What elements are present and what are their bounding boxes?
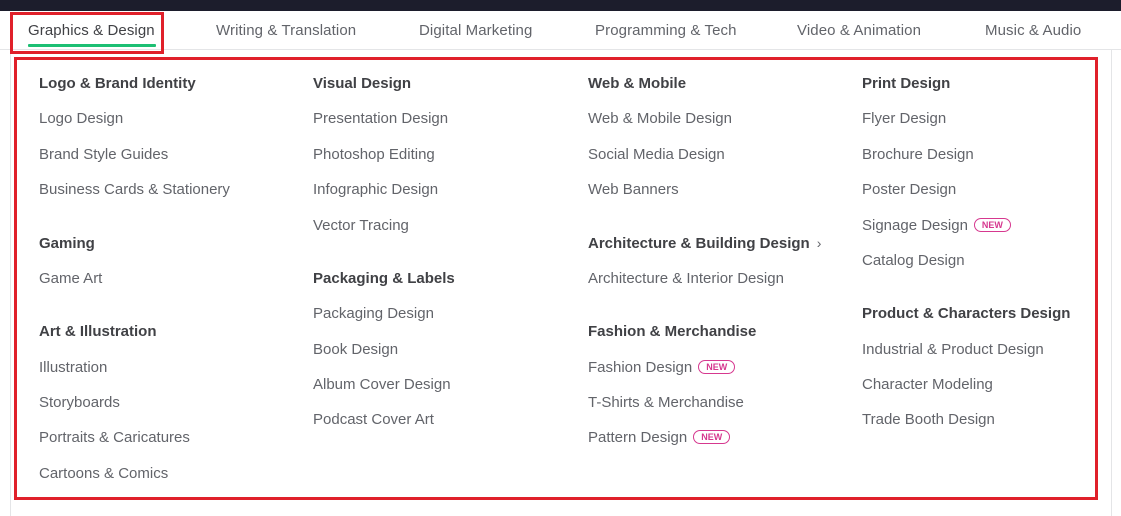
menu-link-label: Signage Design	[862, 217, 968, 234]
menu-link-label: Pattern Design	[588, 429, 688, 446]
menu-link[interactable]: Character Modeling	[862, 376, 993, 393]
menu-heading[interactable]: Visual Design	[313, 75, 411, 92]
menu-link[interactable]: Poster Design	[862, 181, 956, 198]
menu-link[interactable]: Storyboards	[39, 394, 120, 411]
menu-heading[interactable]: Art & Illustration	[39, 323, 157, 340]
menu-link[interactable]: Vector Tracing	[313, 217, 409, 234]
menu-link[interactable]: Web Banners	[588, 181, 679, 198]
menu-link[interactable]: Book Design	[313, 341, 398, 358]
category-tab-writing-translation[interactable]: Writing & Translation	[216, 22, 356, 39]
menu-link[interactable]: Industrial & Product Design	[862, 341, 1044, 358]
menu-link[interactable]: Business Cards & Stationery	[39, 181, 230, 198]
menu-link[interactable]: Logo Design	[39, 110, 123, 127]
menu-link-with-badge[interactable]: Fashion Design NEW	[588, 359, 736, 376]
menu-link[interactable]: Packaging Design	[313, 305, 434, 322]
menu-link[interactable]: Album Cover Design	[313, 376, 451, 393]
menu-link[interactable]: Brochure Design	[862, 146, 974, 163]
highlight-box-active-tab	[10, 12, 164, 54]
menu-link[interactable]: Cartoons & Comics	[39, 465, 168, 482]
menu-link[interactable]: Architecture & Interior Design	[588, 270, 784, 287]
menu-link-with-badge[interactable]: Pattern Design NEW	[588, 429, 731, 446]
chevron-right-icon: ›	[816, 235, 822, 251]
menu-link[interactable]: Trade Booth Design	[862, 411, 995, 428]
menu-link[interactable]: Social Media Design	[588, 146, 725, 163]
menu-link[interactable]: Infographic Design	[313, 181, 438, 198]
category-tab-music-audio[interactable]: Music & Audio	[985, 22, 1081, 39]
menu-heading-with-chevron[interactable]: Architecture & Building Design ›	[588, 235, 821, 252]
menu-link[interactable]: Photoshop Editing	[313, 146, 435, 163]
mega-menu-dropdown: Logo & Brand Identity Logo Design Brand …	[14, 57, 1098, 500]
menu-link[interactable]: Portraits & Caricatures	[39, 429, 190, 446]
menu-link-label: Fashion Design	[588, 359, 693, 376]
menu-heading[interactable]: Web & Mobile	[588, 75, 686, 92]
new-badge: NEW	[973, 218, 1011, 232]
menu-link[interactable]: Game Art	[39, 270, 102, 287]
menu-heading[interactable]: Print Design	[862, 75, 950, 92]
new-badge: NEW	[698, 360, 736, 374]
menu-heading[interactable]: Fashion & Merchandise	[588, 323, 756, 340]
menu-link[interactable]: Web & Mobile Design	[588, 110, 732, 127]
menu-link[interactable]: Illustration	[39, 359, 107, 376]
menu-link[interactable]: Flyer Design	[862, 110, 946, 127]
menu-heading-label: Architecture & Building Design	[588, 235, 810, 252]
category-tab-programming-tech[interactable]: Programming & Tech	[595, 22, 737, 39]
category-tab-video-animation[interactable]: Video & Animation	[797, 22, 921, 39]
category-nav: Graphics & Design Writing & Translation …	[0, 11, 1121, 50]
menu-link-with-badge[interactable]: Signage Design NEW	[862, 217, 1011, 234]
category-tab-digital-marketing[interactable]: Digital Marketing	[419, 22, 532, 39]
menu-link[interactable]: Brand Style Guides	[39, 146, 168, 163]
menu-heading[interactable]: Product & Characters Design	[862, 305, 1070, 322]
menu-link[interactable]: Podcast Cover Art	[313, 411, 434, 428]
menu-heading[interactable]: Packaging & Labels	[313, 270, 455, 287]
top-header-bar	[0, 0, 1121, 11]
menu-heading[interactable]: Logo & Brand Identity	[39, 75, 196, 92]
menu-link[interactable]: Catalog Design	[862, 252, 965, 269]
new-badge: NEW	[693, 430, 731, 444]
menu-link[interactable]: T-Shirts & Merchandise	[588, 394, 744, 411]
menu-heading[interactable]: Gaming	[39, 235, 95, 252]
menu-link[interactable]: Presentation Design	[313, 110, 448, 127]
